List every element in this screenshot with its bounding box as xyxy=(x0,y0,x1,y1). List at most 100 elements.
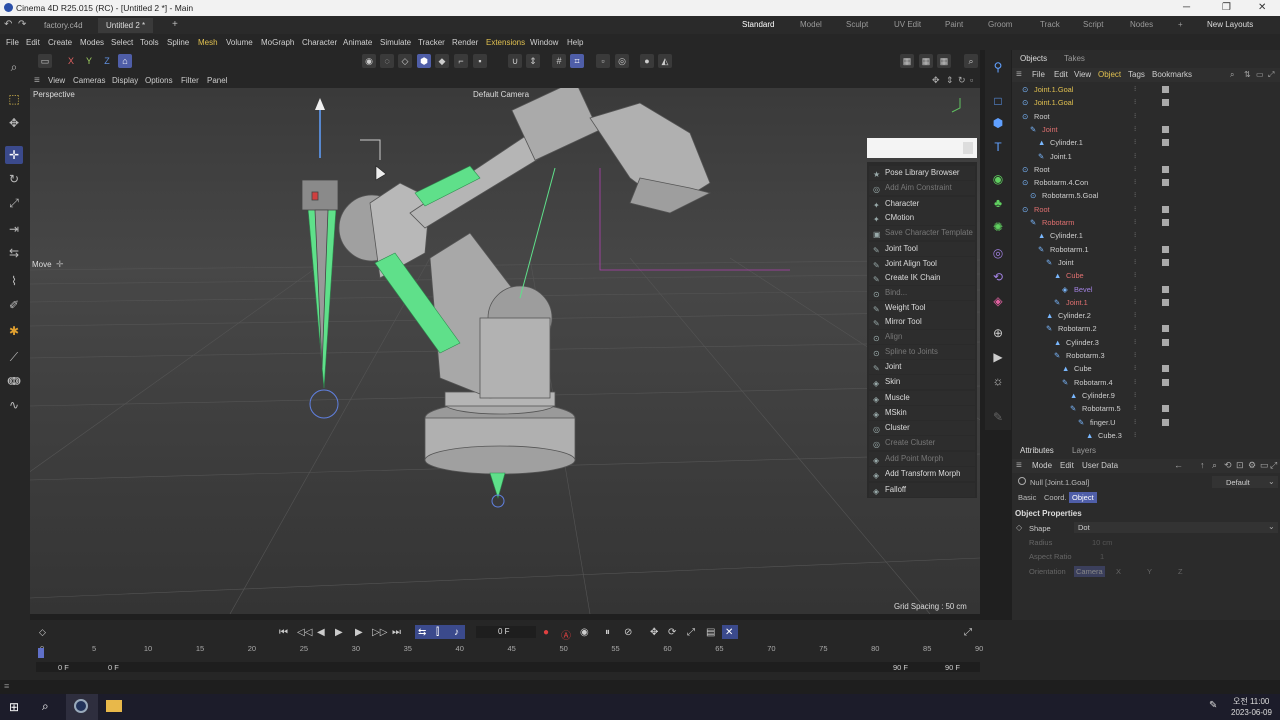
context-menu-item-skin[interactable]: ◈ Skin xyxy=(869,375,975,389)
viewport-menu-view[interactable]: View xyxy=(48,76,65,85)
menu-mesh[interactable]: Mesh xyxy=(198,38,218,47)
tag-icon[interactable] xyxy=(1162,258,1169,266)
next-key-icon[interactable]: ▷▷ xyxy=(372,627,387,638)
key-move-icon[interactable]: ✥ xyxy=(650,627,658,638)
cube-primitive-icon[interactable]: ⬢ xyxy=(989,114,1007,132)
spline-pen-icon[interactable]: ✐ xyxy=(5,296,23,314)
range-bar[interactable] xyxy=(36,662,980,672)
object-name[interactable]: Robotarm.2 xyxy=(1058,322,1097,335)
tag-icon[interactable] xyxy=(1162,139,1169,147)
object-name[interactable]: Joint.1 xyxy=(1066,296,1088,309)
move-tool-icon[interactable]: ✛ xyxy=(5,146,23,164)
object-name[interactable]: Robotarm xyxy=(1042,216,1074,229)
search-commands-icon[interactable]: ⌕ xyxy=(964,54,978,68)
object-row[interactable]: ▲ Cylinder.9 ⁝ xyxy=(1012,389,1280,402)
layout-tab-model[interactable]: Model xyxy=(800,20,822,29)
object-row[interactable]: ⊙ Joint.1.Goal ⁝ xyxy=(1012,96,1280,109)
object-name[interactable]: Joint xyxy=(1042,123,1058,136)
attr-up-icon[interactable]: ↑ xyxy=(1200,460,1205,470)
lock-icon[interactable]: ● xyxy=(640,54,654,68)
object-name[interactable]: Bevel xyxy=(1074,283,1093,296)
volume-icon[interactable]: ◈ xyxy=(989,292,1007,310)
context-menu-item-weight-tool[interactable]: ✎ Weight Tool xyxy=(869,301,975,315)
context-menu-item-joint-tool[interactable]: ✎ Joint Tool xyxy=(869,242,975,256)
key-rotation-icon[interactable]: ⊘ xyxy=(624,627,632,638)
light-icon[interactable]: ☼ xyxy=(989,372,1007,390)
object-filter-icon[interactable]: ⇅ xyxy=(1244,70,1251,79)
tag-icon[interactable] xyxy=(1162,418,1169,426)
new-layouts-button[interactable]: New Layouts xyxy=(1207,20,1253,29)
object-name[interactable]: Cylinder.9 xyxy=(1082,389,1115,402)
subtab-object[interactable]: Object xyxy=(1069,492,1097,503)
menu-edit[interactable]: Edit xyxy=(26,38,40,47)
object-manager-icon[interactable]: ⚲ xyxy=(989,58,1007,76)
object-name[interactable]: Robotarm.3 xyxy=(1066,349,1105,362)
object-name[interactable]: Cube.3 xyxy=(1098,429,1122,442)
object-name[interactable]: Robotarm.4 xyxy=(1074,376,1113,389)
attr-new-window-icon[interactable]: ▭ xyxy=(1260,460,1269,471)
autokey-icon[interactable]: Ⓐ xyxy=(561,627,571,642)
solo-icon[interactable]: ◎ xyxy=(615,54,629,68)
transfer-tool-icon[interactable]: ⇥ xyxy=(5,220,23,238)
play-icon[interactable]: ▶ xyxy=(335,627,343,638)
object-name[interactable]: Cube xyxy=(1066,269,1084,282)
object-name[interactable]: Root xyxy=(1034,110,1050,123)
snap-icon[interactable]: ⌗ xyxy=(570,54,584,68)
key-position-icon[interactable]: ⏸ xyxy=(605,627,610,638)
keyframe-mode-icon[interactable]: ◇ xyxy=(39,627,46,638)
visibility-dots-icon[interactable]: ⁝ xyxy=(1134,376,1136,389)
menu-extensions[interactable]: Extensions xyxy=(486,38,525,47)
tab-attributes[interactable]: Attributes xyxy=(1020,446,1054,455)
object-search-icon[interactable]: ⌕ xyxy=(1230,70,1234,80)
menu-character[interactable]: Character xyxy=(302,38,337,47)
rotate-tool-icon[interactable]: ↻ xyxy=(5,170,23,188)
menu-create[interactable]: Create xyxy=(48,38,72,47)
viewport-menu-filter[interactable]: Filter xyxy=(181,76,199,85)
viewport-menu-options[interactable]: Options xyxy=(145,76,173,85)
object-row[interactable]: ▲ Cube.3 ⁝ xyxy=(1012,429,1280,442)
enable-axis-icon[interactable]: ⇕ xyxy=(526,54,540,68)
attributes-menu-icon[interactable]: ≡ xyxy=(1016,460,1022,471)
object-name[interactable]: Joint xyxy=(1058,256,1074,269)
tag-icon[interactable] xyxy=(1162,378,1169,386)
visibility-dots-icon[interactable]: ⁝ xyxy=(1134,429,1136,442)
viewport-move-icon[interactable]: ⇕ xyxy=(946,75,954,86)
layout-tab-paint[interactable]: Paint xyxy=(945,20,963,29)
polygon-mode-icon[interactable]: ⬢ xyxy=(417,54,431,68)
coordinate-system-icon[interactable]: ⌂ xyxy=(118,54,132,68)
object-row[interactable]: ✎ Joint ⁝ xyxy=(1012,256,1280,269)
object-row[interactable]: ▲ Cylinder.3 ⁝ xyxy=(1012,336,1280,349)
keyframe-selection-icon[interactable]: ◉ xyxy=(580,627,589,638)
workplane-icon[interactable]: ▫ xyxy=(596,54,610,68)
menu-spline[interactable]: Spline xyxy=(167,38,189,47)
visibility-dots-icon[interactable]: ⁝ xyxy=(1134,163,1136,176)
menu-modes[interactable]: Modes xyxy=(80,38,104,47)
shape-keyframe-icon[interactable]: ◇ xyxy=(1016,523,1022,532)
y-axis-lock[interactable]: Y xyxy=(82,54,96,68)
layout-tab-track[interactable]: Track xyxy=(1040,20,1060,29)
scale-tool-icon[interactable]: ⤢ xyxy=(5,194,23,212)
tag-icon[interactable] xyxy=(1162,285,1169,293)
object-name[interactable]: Robotarm.5 xyxy=(1082,402,1121,415)
visibility-dots-icon[interactable]: ⁝ xyxy=(1134,123,1136,136)
object-row[interactable]: ✎ Robotarm.4 ⁝ xyxy=(1012,376,1280,389)
prev-frame-icon[interactable]: ◀ xyxy=(317,627,325,638)
render-settings-icon[interactable]: ▦ xyxy=(937,54,951,68)
shape-dropdown[interactable]: Dot ⌄ xyxy=(1074,522,1278,533)
attr-menu-edit[interactable]: Edit xyxy=(1060,461,1074,470)
edge-mode-icon[interactable]: ◇ xyxy=(398,54,412,68)
search-icon[interactable]: ⌕ xyxy=(42,699,49,714)
object-expand-icon[interactable]: ⤢ xyxy=(1268,70,1274,80)
viewport-pan-icon[interactable]: ✥ xyxy=(932,75,940,86)
deformer-icon[interactable]: ✺ xyxy=(989,218,1007,236)
range-end-field[interactable]: 90 F xyxy=(945,663,960,672)
object-row[interactable]: ◈ Bevel ⁝ xyxy=(1012,283,1280,296)
new-doc-tab-button[interactable]: + xyxy=(172,19,178,30)
object-name[interactable]: Robotarm.5.Goal xyxy=(1042,189,1098,202)
object-row[interactable]: ⊙ Robotarm.5.Goal ⁝ xyxy=(1012,189,1280,202)
object-name[interactable]: Root xyxy=(1034,163,1050,176)
visibility-dots-icon[interactable]: ⁝ xyxy=(1134,96,1136,109)
z-axis-lock[interactable]: Z xyxy=(100,54,114,68)
context-menu-item-add-transform-morph[interactable]: ◈ Add Transform Morph xyxy=(869,467,975,481)
orientation-x-button[interactable]: X xyxy=(1116,567,1121,576)
